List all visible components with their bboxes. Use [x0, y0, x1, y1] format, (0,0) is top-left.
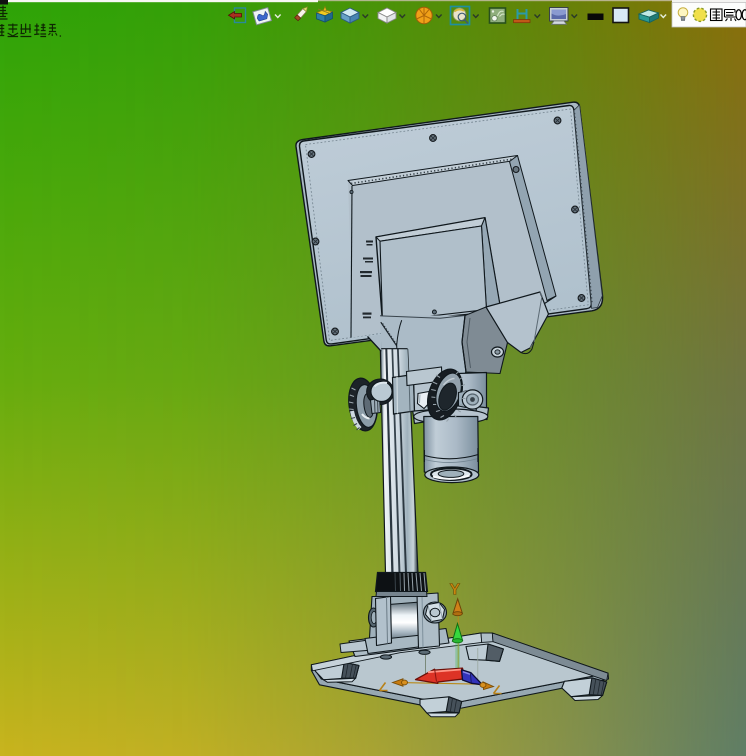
svg-text:Y: Y	[450, 582, 461, 599]
